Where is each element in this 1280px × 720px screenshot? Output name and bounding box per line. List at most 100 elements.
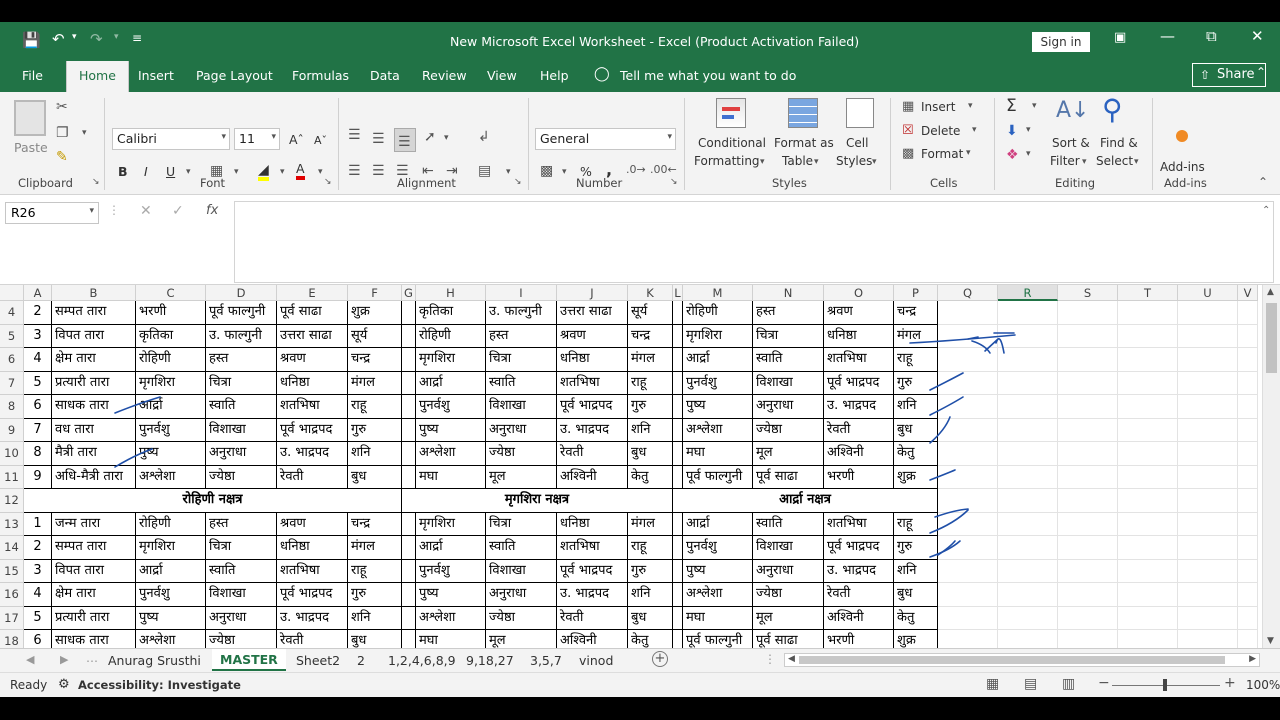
empty-cell[interactable] [1058,395,1118,419]
table-cell[interactable] [402,536,416,560]
table-cell[interactable]: पुनर्वशु [683,371,753,395]
table-cell[interactable] [402,371,416,395]
table-cell[interactable]: रोहिणी [416,324,486,348]
sort-filter-label-2[interactable]: Filter [1050,154,1080,168]
table-cell[interactable]: मूल [486,465,557,489]
fill-color-icon[interactable]: ◢ [258,163,269,181]
table-cell[interactable]: अनुराधा [753,559,824,583]
table-cell[interactable]: 4 [24,348,52,372]
accessibility-icon[interactable]: ⚙ [58,677,70,692]
sheet-tab[interactable]: 2 [357,653,365,668]
empty-cell[interactable] [1178,536,1238,560]
table-cell[interactable]: शतभिषा [824,348,894,372]
table-cell[interactable]: ज्येष्ठा [486,606,557,630]
cut-icon[interactable]: ✂ [56,100,68,114]
table-cell[interactable]: विशाखा [486,559,557,583]
empty-cell[interactable] [1058,559,1118,583]
paste-icon[interactable] [14,100,46,136]
table-cell[interactable]: पूर्व साढा [277,301,348,325]
table-cell[interactable]: चित्रा [206,536,277,560]
row-header[interactable]: 11 [0,465,24,489]
merge-dropdown-icon[interactable]: ▾ [506,168,511,177]
copy-dropdown-icon[interactable]: ▾ [82,129,87,138]
table-cell[interactable]: मंगल [628,512,673,536]
table-cell[interactable] [673,559,683,583]
table-cell[interactable] [402,348,416,372]
table-cell[interactable]: पूर्व भाद्रपद [824,536,894,560]
table-cell[interactable]: चित्रा [486,348,557,372]
chevron-down-icon[interactable]: ▾ [1026,150,1031,159]
table-cell[interactable]: पूर्व फाल्गुनी [206,301,277,325]
column-header-v[interactable]: V [1238,285,1258,301]
table-cell[interactable]: सूर्य [628,301,673,325]
table-cell[interactable] [673,395,683,419]
zoom-out-icon[interactable]: − [1098,675,1110,691]
tab-formulas[interactable]: Formulas [292,68,349,83]
table-cell[interactable]: मंगल [348,536,402,560]
table-cell[interactable] [673,465,683,489]
empty-cell[interactable] [1178,512,1238,536]
table-cell[interactable]: ज्येष्ठा [486,442,557,466]
empty-cell[interactable] [998,489,1058,513]
empty-cell[interactable] [1118,512,1178,536]
empty-cell[interactable] [1118,418,1178,442]
format-as-table-label-1[interactable]: Format as [774,136,834,150]
sort-filter-label-1[interactable]: Sort & [1052,136,1090,150]
table-cell[interactable]: रेवती [824,418,894,442]
insert-cells-button[interactable]: Insert [921,100,955,114]
column-header-o[interactable]: O [824,285,894,301]
table-cell[interactable]: वध तारा [52,418,136,442]
table-cell[interactable]: पूर्व साढा [753,465,824,489]
empty-cell[interactable] [998,465,1058,489]
row-header[interactable]: 8 [0,395,24,419]
table-cell[interactable]: 5 [24,371,52,395]
table-cell[interactable]: विशाखा [753,536,824,560]
empty-cell[interactable] [1178,465,1238,489]
delete-cells-icon[interactable]: ☒ [902,124,914,137]
table-cell[interactable]: मृगशिरा [683,324,753,348]
tab-insert[interactable]: Insert [138,68,174,83]
table-cell[interactable]: स्वाति [753,512,824,536]
empty-cell[interactable] [938,583,998,607]
chevron-down-icon[interactable]: ▾ [966,149,971,158]
row-header[interactable]: 18 [0,630,24,648]
empty-cell[interactable] [1118,465,1178,489]
paste-button[interactable]: Paste [14,140,48,155]
table-cell[interactable]: कृतिका [136,324,206,348]
table-cell[interactable]: विशाखा [206,418,277,442]
table-cell[interactable]: बुध [348,465,402,489]
next-sheet-icon[interactable]: ▶ [60,653,68,666]
empty-cell[interactable] [998,395,1058,419]
format-as-table-label-2[interactable]: Table [782,154,813,168]
empty-cell[interactable] [1118,348,1178,372]
table-cell[interactable]: मूल [753,606,824,630]
find-select-label-2[interactable]: Select [1096,154,1133,168]
empty-cell[interactable] [1238,442,1258,466]
empty-cell[interactable] [938,465,998,489]
row-header[interactable]: 12 [0,489,24,513]
table-cell[interactable]: 9 [24,465,52,489]
table-cell[interactable]: क्षेम तारा [52,583,136,607]
table-cell[interactable]: धनिष्ठा [824,324,894,348]
empty-cell[interactable] [1118,606,1178,630]
empty-cell[interactable] [998,583,1058,607]
table-cell[interactable]: 2 [24,536,52,560]
table-cell[interactable]: स्वाति [206,559,277,583]
table-cell[interactable]: साधक तारा [52,395,136,419]
table-cell[interactable]: अश्विनी [824,442,894,466]
prev-sheet-icon[interactable]: ◀ [26,653,34,666]
table-cell[interactable]: मघा [416,630,486,648]
fill-dropdown-icon[interactable]: ▾ [280,168,285,177]
table-cell[interactable]: केतु [628,630,673,648]
table-cell[interactable] [402,418,416,442]
merge-center-icon[interactable]: ▤ [478,164,491,178]
table-cell[interactable]: हस्त [486,324,557,348]
empty-cell[interactable] [998,301,1058,325]
table-cell[interactable]: गुरु [894,536,938,560]
table-cell[interactable]: पूर्व भाद्रपद [277,418,348,442]
more-sheets-icon[interactable]: … [86,651,98,665]
sheet-tab[interactable]: vinod [579,653,613,668]
column-header-t[interactable]: T [1118,285,1178,301]
table-cell[interactable]: अश्लेशा [416,442,486,466]
table-cell[interactable]: आर्द्रा [416,536,486,560]
